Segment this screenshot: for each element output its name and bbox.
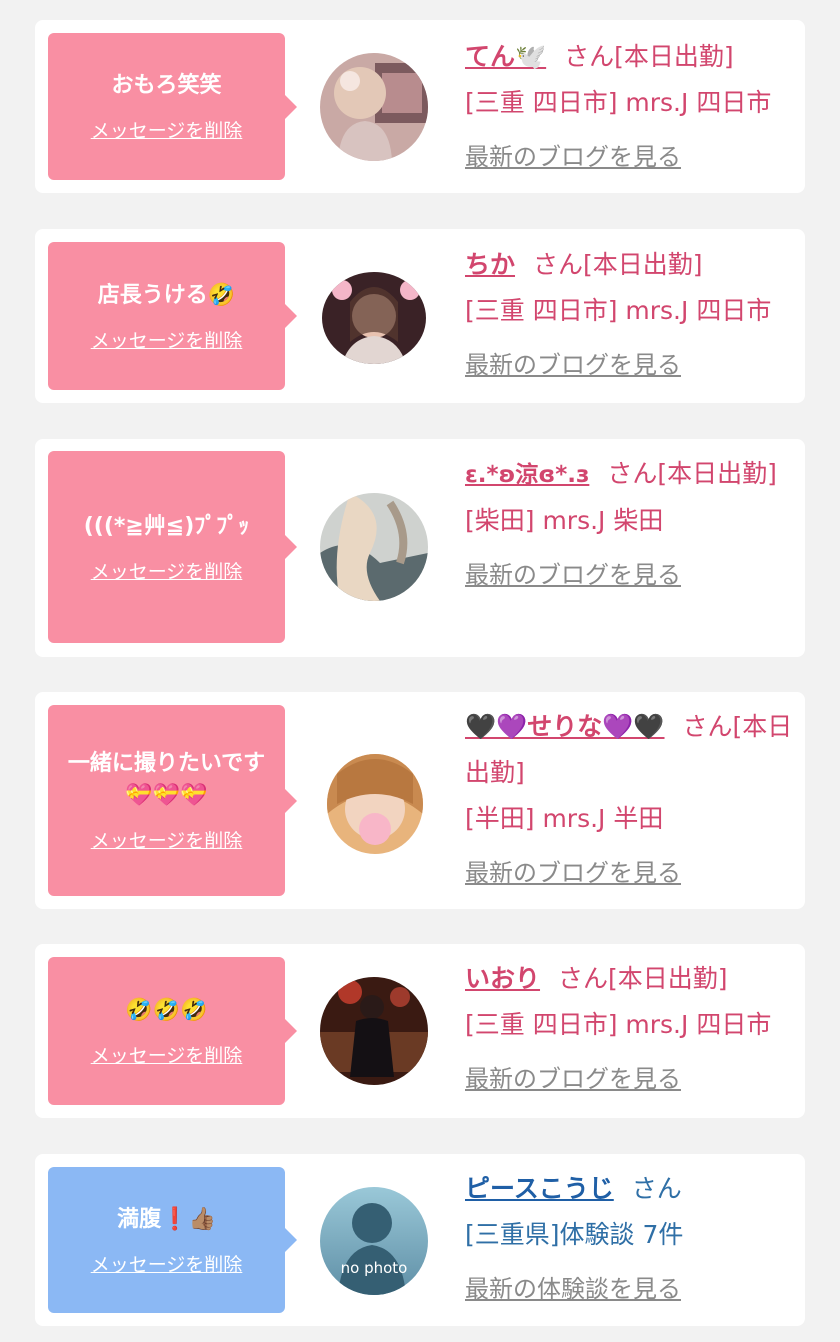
avatar[interactable] <box>320 977 428 1085</box>
message-bubble: 店長うける🤣 メッセージを削除 <box>48 242 297 390</box>
message-bubble: 満腹❗️👍🏽 メッセージを削除 <box>48 1167 297 1313</box>
shop-location: [柴田] mrs.J 柴田 <box>465 506 664 535</box>
profile-name-link[interactable]: てん🕊️ <box>465 42 546 71</box>
status-text: さん[本日出勤] <box>564 42 734 71</box>
latest-blog-link[interactable]: 最新のブログを見る <box>465 134 795 180</box>
profile-name-link[interactable]: ピースこうじ <box>465 1174 614 1203</box>
profile-name-link[interactable]: ε.*ʚ涼ɞ*.з <box>465 462 589 488</box>
message-text: 一緒に撮りたいです💝💝💝 <box>67 751 266 808</box>
message-card: 満腹❗️👍🏽 メッセージを削除 no photo ピースこうじ さん [三重県]体… <box>35 1154 805 1326</box>
profile-name-link[interactable]: ちか <box>465 250 515 279</box>
message-card: 🤣🤣🤣 メッセージを削除 いおり さん[本日出勤] [三重 四日市] mrs.J … <box>35 944 805 1118</box>
profile-info: ちか さん[本日出勤] [三重 四日市] mrs.J 四日市 最新のブログを見る <box>465 242 795 388</box>
status-text: さん[本日出勤] <box>558 964 728 993</box>
message-text: (((*≧艸≦)ﾌﾟﾌﾟｯ <box>83 513 250 539</box>
message-card: 店長うける🤣 メッセージを削除 ちか さん[本日出勤] [三重 四日市] mrs.… <box>35 229 805 403</box>
message-bubble: 一緒に撮りたいです💝💝💝 メッセージを削除 <box>48 705 297 896</box>
avatar[interactable] <box>320 493 428 601</box>
profile-info: てん🕊️ さん[本日出勤] [三重 四日市] mrs.J 四日市 最新のブログを見… <box>465 34 795 180</box>
profile-info: 🖤💜せりな💜🖤 さん[本日出勤] [半田] mrs.J 半田 最新のブログを見る <box>465 704 795 896</box>
message-bubble: 🤣🤣🤣 メッセージを削除 <box>48 957 297 1105</box>
status-text: さん <box>631 1174 682 1203</box>
profile-name-link[interactable]: いおり <box>465 964 540 993</box>
status-text: さん[本日出勤] <box>533 250 703 279</box>
review-count: [三重県]体験談 7件 <box>465 1220 684 1249</box>
latest-blog-link[interactable]: 最新のブログを見る <box>465 1056 795 1102</box>
message-bubble: おもろ笑笑 メッセージを削除 <box>48 33 297 180</box>
profile-info: ピースこうじ さん [三重県]体験談 7件 最新の体験談を見る <box>465 1166 795 1312</box>
shop-location: [三重 四日市] mrs.J 四日市 <box>465 88 772 117</box>
shop-location: [三重 四日市] mrs.J 四日市 <box>465 296 772 325</box>
avatar[interactable] <box>322 272 426 364</box>
profile-info: いおり さん[本日出勤] [三重 四日市] mrs.J 四日市 最新のブログを見る <box>465 956 795 1102</box>
profile-name-link[interactable]: 🖤💜せりな💜🖤 <box>465 712 665 741</box>
shop-location: [三重 四日市] mrs.J 四日市 <box>465 1010 772 1039</box>
delete-message-link[interactable]: メッセージを削除 <box>91 1250 243 1277</box>
latest-blog-link[interactable]: 最新のブログを見る <box>465 552 805 598</box>
status-text: さん[本日出勤] <box>607 459 777 488</box>
shop-location: [半田] mrs.J 半田 <box>465 804 664 833</box>
message-card: (((*≧艸≦)ﾌﾟﾌﾟｯ メッセージを削除 ε.*ʚ涼ɞ*.з さん[本日出勤]… <box>35 439 805 657</box>
message-text: 店長うける🤣 <box>97 282 236 308</box>
delete-message-link[interactable]: メッセージを削除 <box>91 557 243 584</box>
delete-message-link[interactable]: メッセージを削除 <box>91 326 243 353</box>
message-text: おもろ笑笑 <box>111 73 222 98</box>
message-card: おもろ笑笑 メッセージを削除 てん🕊️ さん[本日出勤] [三重 四日市] mrs… <box>35 20 805 193</box>
message-text: 🤣🤣🤣 <box>125 997 208 1023</box>
message-card: 一緒に撮りたいです💝💝💝 メッセージを削除 🖤💜せりな💜🖤 さん[本日出勤] [半… <box>35 692 805 909</box>
latest-review-link[interactable]: 最新の体験談を見る <box>465 1266 795 1312</box>
delete-message-link[interactable]: メッセージを削除 <box>91 116 243 143</box>
profile-info: ε.*ʚ涼ɞ*.з さん[本日出勤] [柴田] mrs.J 柴田 最新のブログを見… <box>465 451 805 598</box>
delete-message-link[interactable]: メッセージを削除 <box>91 1041 243 1068</box>
no-photo-label: no photo <box>341 1259 408 1277</box>
message-bubble: (((*≧艸≦)ﾌﾟﾌﾟｯ メッセージを削除 <box>48 451 297 643</box>
latest-blog-link[interactable]: 最新のブログを見る <box>465 850 795 896</box>
message-text: 満腹❗️👍🏽 <box>117 1206 216 1232</box>
avatar[interactable] <box>320 53 428 161</box>
avatar[interactable] <box>327 754 423 854</box>
delete-message-link[interactable]: メッセージを削除 <box>91 826 243 853</box>
latest-blog-link[interactable]: 最新のブログを見る <box>465 342 795 388</box>
avatar[interactable]: no photo <box>320 1187 428 1295</box>
